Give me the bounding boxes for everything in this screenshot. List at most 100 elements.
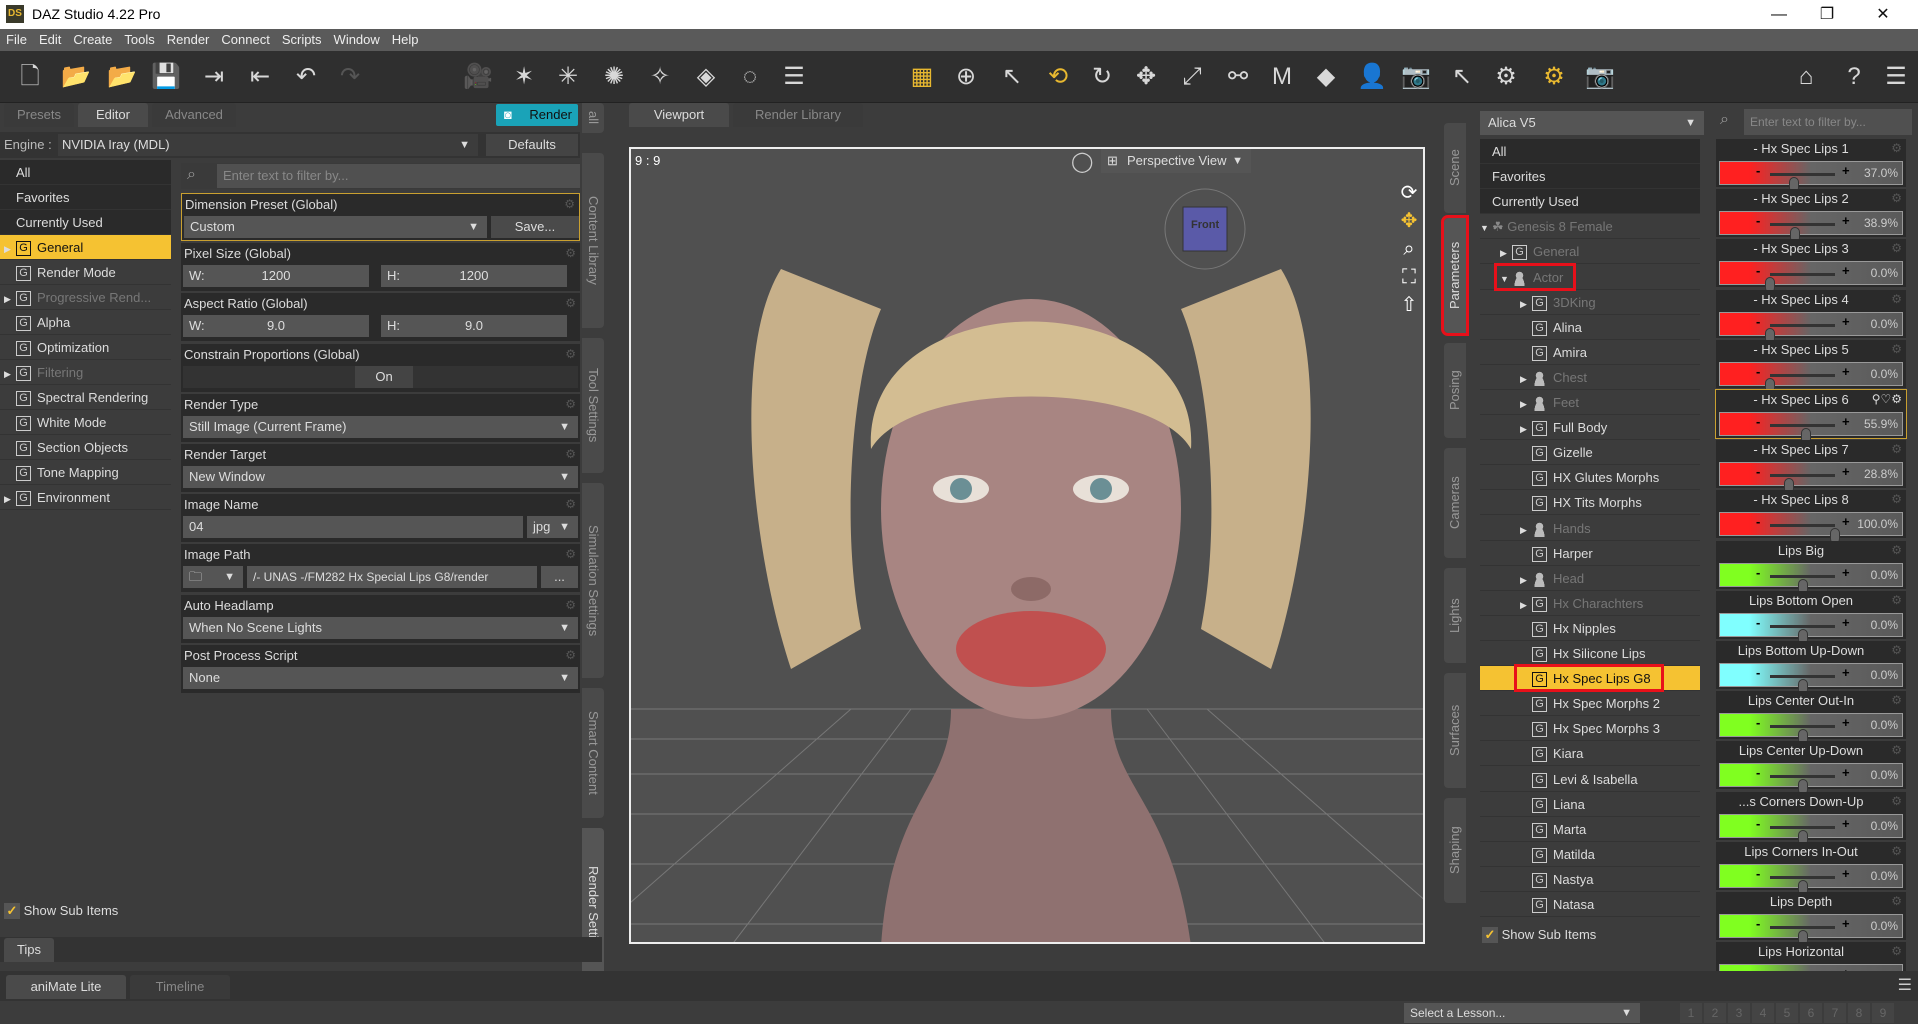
expand-arrow-icon[interactable]: ▶ bbox=[1520, 292, 1532, 317]
category-item[interactable]: Currently Used bbox=[0, 210, 171, 235]
gear-icon[interactable]: ⚙ bbox=[1891, 292, 1902, 306]
slider-value[interactable]: 0.0% bbox=[1871, 668, 1898, 682]
increment-button[interactable]: + bbox=[1842, 464, 1850, 479]
category-item[interactable]: ▶ G Filtering bbox=[0, 360, 171, 385]
decrement-button[interactable]: - bbox=[1756, 213, 1760, 228]
tree-item[interactable]: G Kiara bbox=[1480, 741, 1700, 767]
gear-icon[interactable]: ⚙ bbox=[1891, 743, 1902, 757]
lesson-page-button[interactable]: 8 bbox=[1848, 1003, 1870, 1023]
lesson-page-button[interactable]: 1 bbox=[1680, 1003, 1702, 1023]
expand-arrow-icon[interactable]: ▶ bbox=[1520, 417, 1532, 442]
gear-icon[interactable]: ⚙ bbox=[565, 447, 576, 461]
tree-item[interactable]: G Hx Nipples bbox=[1480, 616, 1700, 641]
expand-arrow-icon[interactable]: ▶ bbox=[1520, 518, 1532, 543]
help-icon[interactable]: ? bbox=[1838, 61, 1870, 93]
category-item[interactable]: ▶ G Environment bbox=[0, 485, 171, 510]
tree-item[interactable]: G Matilda bbox=[1480, 842, 1700, 867]
increment-button[interactable]: + bbox=[1842, 615, 1850, 630]
render-settings-icon[interactable]: ⚙ bbox=[1490, 61, 1522, 93]
slider-value[interactable]: 0.0% bbox=[1871, 568, 1898, 582]
category-item[interactable]: ▶ G General bbox=[0, 235, 171, 260]
tree-item[interactable]: G HX Tits Morphs bbox=[1480, 490, 1700, 516]
gear-icon[interactable]: ⚙ bbox=[565, 497, 576, 511]
orbit-icon[interactable]: ⟳ bbox=[1397, 179, 1421, 207]
tree-item[interactable]: Currently Used bbox=[1480, 189, 1700, 215]
slider-track[interactable] bbox=[1770, 223, 1835, 244]
tree-item[interactable]: G Alina bbox=[1480, 315, 1700, 340]
slider-value[interactable]: 0.0% bbox=[1871, 919, 1898, 933]
slider-track[interactable] bbox=[1770, 825, 1835, 846]
side-tab-shaping[interactable]: Shaping bbox=[1444, 798, 1466, 903]
tree-item[interactable]: G Levi & Isabella bbox=[1480, 767, 1700, 792]
constrain-toggle[interactable]: On bbox=[355, 365, 413, 388]
pointer-tool-icon[interactable]: ↖ bbox=[1446, 61, 1478, 93]
browse-button[interactable]: ... bbox=[541, 566, 578, 589]
menu-render[interactable]: Render bbox=[161, 29, 216, 51]
slider-track[interactable] bbox=[1770, 725, 1835, 746]
gear-icon[interactable]: ⚙ bbox=[565, 598, 576, 612]
pan-icon[interactable]: ✥ bbox=[1397, 207, 1421, 235]
gear-icon[interactable]: ⚙ bbox=[1891, 844, 1902, 858]
category-item[interactable]: ▶ G Progressive Rend... bbox=[0, 285, 171, 310]
slider-bar[interactable]: - +100.0% bbox=[1719, 512, 1903, 545]
morph-slider[interactable]: Lips Bottom Open ⚙ - +0.0% bbox=[1716, 590, 1906, 645]
slider-bar[interactable]: - +0.0% bbox=[1719, 562, 1903, 595]
region-navigator-icon[interactable]: 👤 bbox=[1356, 61, 1388, 93]
node-selector[interactable]: Alica V5 bbox=[1480, 111, 1704, 135]
height-field[interactable]: H: 9.0 bbox=[381, 315, 567, 338]
morph-slider[interactable]: ...s Corners Down-Up ⚙ - +0.0% bbox=[1716, 791, 1906, 846]
slider-track[interactable] bbox=[1770, 775, 1835, 796]
slider-bar[interactable]: - +28.8% bbox=[1719, 462, 1903, 495]
zoom-icon[interactable]: ⌕ bbox=[1397, 235, 1421, 263]
draw-style-icon[interactable]: ◯ bbox=[1071, 149, 1093, 174]
tree-item[interactable]: G Harper bbox=[1480, 541, 1700, 566]
save-preset-button[interactable]: Save... bbox=[491, 216, 579, 238]
close-button[interactable]: ✕ bbox=[1860, 0, 1906, 29]
morph-slider[interactable]: Lips Depth ⚙ - +0.0% bbox=[1716, 892, 1906, 946]
slider-value[interactable]: 0.0% bbox=[1871, 367, 1898, 381]
decrement-button[interactable]: - bbox=[1756, 263, 1760, 278]
surface-selection-icon[interactable]: ◆ bbox=[1310, 61, 1342, 93]
decrement-button[interactable]: - bbox=[1756, 464, 1760, 479]
side-tab-surfaces[interactable]: Surfaces bbox=[1444, 673, 1466, 788]
slider-track[interactable] bbox=[1770, 524, 1840, 545]
gear-icon[interactable]: ⚙ bbox=[1891, 794, 1902, 808]
expand-arrow-icon[interactable]: ▼ bbox=[1480, 216, 1492, 241]
slider-bar[interactable]: - +0.0% bbox=[1719, 713, 1903, 746]
slider-bar[interactable]: - +38.9% bbox=[1719, 211, 1903, 244]
decrement-button[interactable]: - bbox=[1756, 765, 1760, 780]
tree-item[interactable]: G Marta bbox=[1480, 817, 1700, 842]
gear-icon[interactable]: ⚙ bbox=[565, 246, 576, 260]
gear-icon[interactable]: ⚙ bbox=[565, 547, 576, 561]
auto-headlamp-dropdown[interactable]: When No Scene Lights bbox=[183, 616, 578, 639]
category-item[interactable]: All bbox=[0, 160, 171, 185]
expand-arrow-icon[interactable]: ▶ bbox=[4, 487, 16, 512]
width-field[interactable]: W: 9.0 bbox=[183, 315, 369, 338]
menu-create[interactable]: Create bbox=[67, 29, 118, 51]
side-tab-simulation-settings[interactable]: Simulation Settings bbox=[582, 483, 604, 678]
create-camera-icon[interactable]: 🎥 bbox=[462, 61, 494, 93]
scale-tool-icon[interactable]: ⤢ bbox=[1176, 61, 1208, 93]
slider-track[interactable] bbox=[1765, 323, 1835, 344]
tab-advanced[interactable]: Advanced bbox=[152, 103, 236, 127]
tree-item[interactable]: G Nastya bbox=[1480, 867, 1700, 892]
menu-scripts[interactable]: Scripts bbox=[276, 29, 328, 51]
translate-tool-icon[interactable]: ✥ bbox=[1130, 61, 1162, 93]
slider-bar[interactable]: - +0.0% bbox=[1719, 261, 1903, 294]
morph-slider[interactable]: - Hx Spec Lips 4 ⚙ - +0.0% bbox=[1716, 289, 1906, 344]
slider-track[interactable] bbox=[1770, 875, 1835, 896]
decrement-button[interactable]: - bbox=[1756, 364, 1760, 379]
expand-arrow-icon[interactable]: ▶ bbox=[1520, 568, 1532, 593]
redo-icon[interactable]: ↷ bbox=[334, 61, 366, 93]
menu-file[interactable]: File bbox=[0, 29, 33, 51]
camera-icon[interactable]: 📷 bbox=[1584, 61, 1616, 93]
merge-file-icon[interactable]: 📂 bbox=[106, 61, 138, 93]
category-item[interactable]: G Render Mode bbox=[0, 260, 171, 285]
slider-value[interactable]: 55.9% bbox=[1864, 417, 1898, 431]
side-tab-content-library[interactable]: Content Library bbox=[582, 153, 604, 328]
slider-bar[interactable]: - +0.0% bbox=[1719, 813, 1903, 846]
decrement-button[interactable]: - bbox=[1756, 565, 1760, 580]
side-tab-parameters[interactable]: Parameters bbox=[1441, 215, 1469, 336]
pane-menu-icon[interactable]: ☰ bbox=[1880, 61, 1912, 93]
tab-viewport[interactable]: Viewport bbox=[629, 103, 729, 127]
